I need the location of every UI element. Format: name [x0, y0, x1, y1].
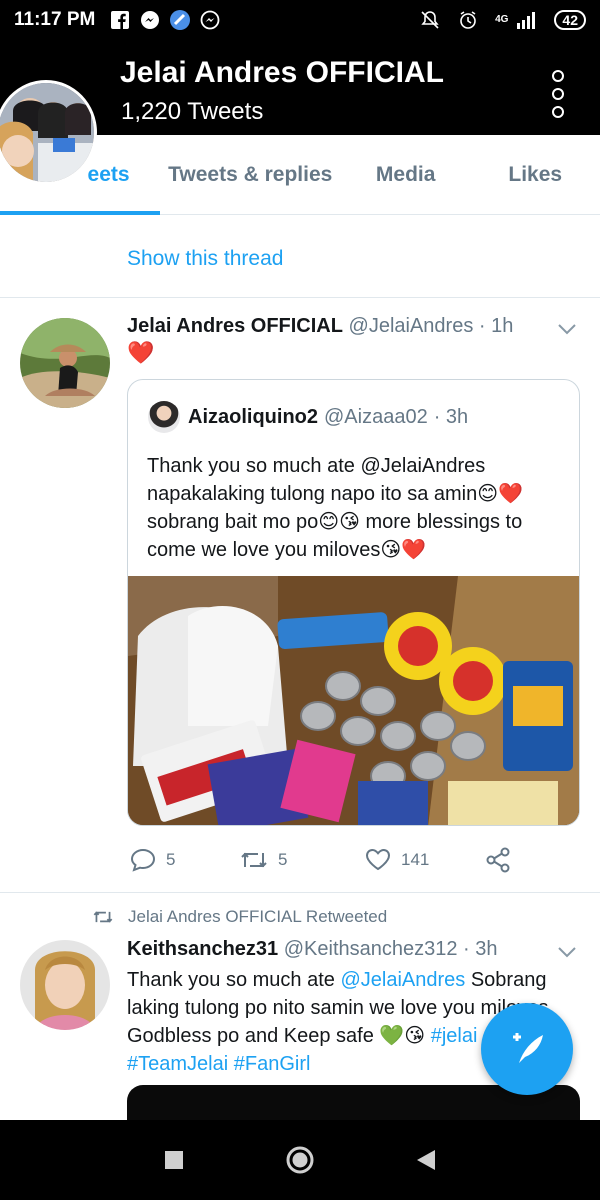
quoted-tweet-image[interactable] [128, 576, 579, 825]
reply-count: 5 [166, 850, 176, 869]
quoted-author-avatar [148, 401, 180, 433]
reply-icon [130, 848, 156, 872]
show-thread-link[interactable]: Show this thread [127, 247, 283, 271]
battery-indicator: 42 [554, 10, 586, 30]
tweet-text: ❤️ [127, 340, 155, 365]
tweet-author-handle[interactable]: @JelaiAndres [349, 315, 474, 337]
tweet-count: 1,220 Tweets [121, 98, 264, 125]
quoted-tweet[interactable]: Aizaoliquino2 @Aizaaa02 · 3h Thank you s… [127, 379, 580, 826]
signal-icon [516, 9, 538, 31]
quoted-tweet-time: · 3h [433, 405, 469, 428]
network-type: 4G [495, 14, 509, 25]
more-options-icon[interactable] [552, 70, 566, 118]
status-bar: 11:17 PM 4G 42 [0, 0, 600, 40]
tweet-actions: 5 5 141 [130, 845, 530, 875]
like-button[interactable]: 141 [365, 848, 485, 872]
messenger-icon [139, 9, 161, 31]
quoted-tweet-text: Thank you so much ate @JelaiAndres napak… [147, 455, 523, 561]
share-icon [486, 847, 510, 873]
mute-bell-icon [419, 9, 441, 31]
alarm-icon [457, 9, 479, 31]
tab-media[interactable]: Media [341, 135, 471, 214]
tweet-author-name[interactable]: Keithsanchez31 [127, 938, 278, 960]
recents-icon[interactable] [163, 1149, 185, 1171]
mention-link[interactable]: @JelaiAndres [340, 969, 465, 991]
facebook-icon [109, 9, 131, 31]
compose-feather-icon [513, 1033, 543, 1063]
chevron-down-icon[interactable] [556, 318, 578, 340]
hashtag-link[interactable]: #FanGirl [234, 1053, 311, 1075]
status-time: 11:17 PM [14, 9, 96, 30]
like-count: 141 [401, 850, 430, 869]
chevron-down-icon[interactable] [556, 941, 578, 963]
heart-icon [365, 848, 391, 871]
divider [0, 892, 600, 893]
home-icon[interactable] [285, 1145, 315, 1175]
reply-button[interactable]: 5 [130, 848, 240, 872]
quoted-author-name: Aizaoliquino2 [188, 405, 318, 428]
tweet-time: · 1h [478, 315, 514, 337]
tweet-author-avatar[interactable] [20, 318, 110, 408]
tab-likes[interactable]: Likes [470, 135, 600, 214]
share-button[interactable] [485, 847, 511, 873]
retweet-count: 5 [278, 850, 288, 869]
tweet-time: · 3h [463, 938, 498, 960]
retweet-button[interactable]: 5 [240, 849, 365, 871]
quoted-author-handle: @Aizaaa02 [324, 405, 428, 428]
system-nav-bar [0, 1120, 600, 1200]
retweet-small-icon [93, 911, 113, 923]
messenger-outline-icon [199, 9, 221, 31]
compose-tweet-button[interactable] [481, 1003, 573, 1095]
tab-tweets-replies[interactable]: Tweets & replies [160, 135, 341, 214]
retweeted-label: Jelai Andres OFFICIAL Retweeted [92, 907, 387, 927]
profile-name: Jelai Andres OFFICIAL [120, 56, 444, 89]
app-icon [169, 9, 191, 31]
tweet-author-avatar[interactable] [20, 940, 110, 1030]
hashtag-link[interactable]: #jelai [431, 1025, 478, 1047]
hashtag-link[interactable]: #TeamJelai [127, 1053, 228, 1075]
divider [0, 297, 600, 298]
back-icon[interactable] [415, 1148, 437, 1172]
tweet-author-name[interactable]: Jelai Andres OFFICIAL [127, 315, 343, 337]
retweet-icon [241, 852, 267, 868]
tweet-author-handle[interactable]: @Keithsanchez312 [284, 938, 458, 960]
